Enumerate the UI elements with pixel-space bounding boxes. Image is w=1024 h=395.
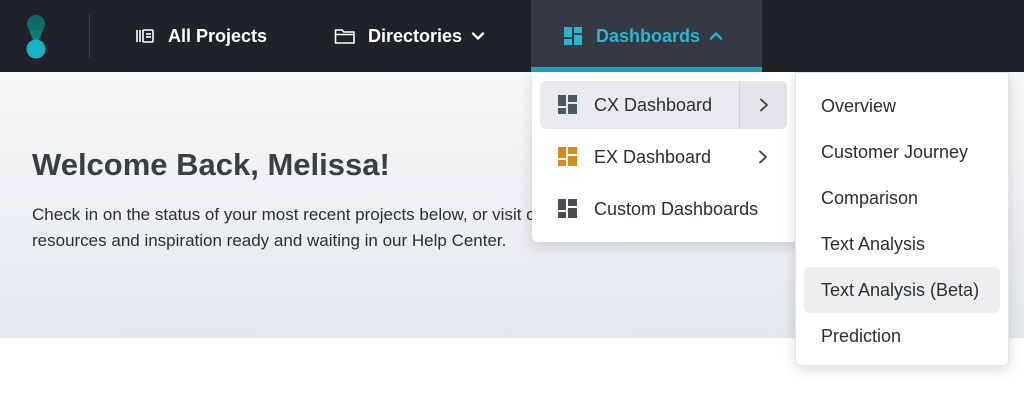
nav-dashboards[interactable]: Dashboards (531, 0, 762, 72)
submenu-item-overview[interactable]: Overview (804, 83, 1000, 129)
menu-item-cx-dashboard[interactable]: CX Dashboard (540, 81, 787, 129)
cx-dashboard-submenu: Overview Customer Journey Comparison Tex… (795, 72, 1009, 366)
menu-item-custom-dashboards[interactable]: Custom Dashboards (540, 185, 787, 233)
chevron-right-icon[interactable] (739, 133, 787, 181)
menu-item-label: EX Dashboard (594, 146, 712, 167)
nav-all-projects[interactable]: All Projects (134, 0, 267, 72)
dashboards-dropdown: CX Dashboard EX Dashboard Custom Dashboa… (532, 72, 798, 242)
submenu-item-text-analysis-beta[interactable]: Text Analysis (Beta) (804, 267, 1000, 313)
submenu-item-customer-journey[interactable]: Customer Journey (804, 129, 1000, 175)
submenu-item-prediction[interactable]: Prediction (804, 313, 1000, 359)
submenu-item-text-analysis[interactable]: Text Analysis (804, 221, 1000, 267)
nav-directories-label: Directories (368, 25, 463, 46)
top-nav-bar: All Projects Directories Dashboards (0, 0, 1024, 72)
nav-divider (89, 14, 90, 58)
grid-icon (558, 95, 577, 114)
folder-icon (334, 25, 356, 47)
menu-item-label: CX Dashboard (594, 94, 713, 115)
chevron-right-icon[interactable] (739, 81, 787, 129)
grid-icon (558, 147, 577, 166)
menu-item-label: Custom Dashboards (594, 198, 759, 219)
dashboard-grid-icon (562, 25, 584, 47)
chevron-down-icon (470, 28, 486, 44)
brand-logo[interactable] (25, 14, 47, 60)
chevron-up-icon (708, 28, 724, 44)
welcome-text: Check in on the status of your most rece… (32, 205, 551, 250)
nav-dashboards-label: Dashboards (596, 25, 701, 46)
nav-directories[interactable]: Directories (334, 0, 486, 72)
submenu-item-comparison[interactable]: Comparison (804, 175, 1000, 221)
menu-item-ex-dashboard[interactable]: EX Dashboard (540, 133, 787, 181)
page-title: Welcome Back, Melissa! (32, 147, 390, 182)
projects-icon (134, 25, 156, 47)
nav-all-projects-label: All Projects (168, 25, 268, 46)
grid-icon (558, 199, 577, 218)
